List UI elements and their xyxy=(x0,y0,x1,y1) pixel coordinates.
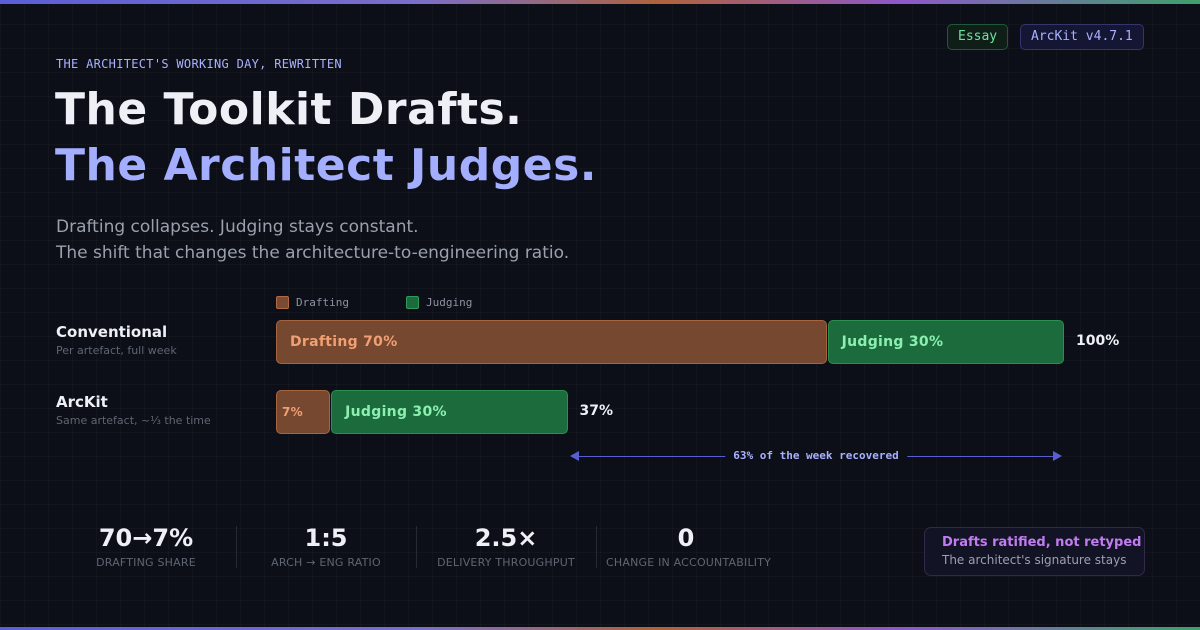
bar-arckit-judging: Judging 30% xyxy=(331,390,568,434)
bar-conventional-judging: Judging 30% xyxy=(827,320,1064,364)
bar-label: Drafting 70% xyxy=(290,334,398,350)
recovered-annotation: 63% of the week recovered xyxy=(570,446,1062,466)
legend-judging: Judging xyxy=(406,296,472,309)
legend-drafting: Drafting xyxy=(276,296,349,309)
bar-label: 7% xyxy=(282,405,303,419)
callout-subtitle: The architect's signature stays xyxy=(942,553,1127,567)
headline-line-2: The Architect Judges. xyxy=(55,140,597,191)
stat-throughput: 2.5× DELIVERY THROUGHPUT xyxy=(436,524,576,569)
subtitle-line-2: The shift that changes the architecture-… xyxy=(56,243,570,263)
stat-divider xyxy=(416,526,417,568)
eyebrow-text: THE ARCHITECT'S WORKING DAY, REWRITTEN xyxy=(56,57,342,71)
stat-label: DRAFTING SHARE xyxy=(96,556,196,569)
arrow-left-icon xyxy=(570,451,579,461)
top-gradient-bar xyxy=(0,0,1200,4)
essay-badge: Essay xyxy=(947,24,1009,50)
bar-arckit-drafting: 7% xyxy=(276,390,331,434)
subtitle-line-1: Drafting collapses. Judging stays consta… xyxy=(56,217,419,237)
stat-value: 70→7% xyxy=(98,524,194,552)
stat-divider xyxy=(596,526,597,568)
bar-label: Judging 30% xyxy=(841,334,944,350)
bar-label: Judging 30% xyxy=(345,404,447,420)
row-desc: Per artefact, full week xyxy=(56,344,177,357)
stat-drafting-share: 70→7% DRAFTING SHARE xyxy=(96,524,196,569)
stat-value: 0 xyxy=(677,524,695,552)
row-desc: Same artefact, ~⅓ the time xyxy=(56,414,211,427)
stat-label: CHANGE IN ACCOUNTABILITY xyxy=(606,556,772,569)
legend-drafting-swatch xyxy=(276,296,289,309)
headline-line-1: The Toolkit Drafts. xyxy=(55,84,523,135)
row-name: Conventional xyxy=(56,323,168,341)
bar-conventional-drafting: Drafting 70% xyxy=(276,320,827,364)
version-badge: ArcKit v4.7.1 xyxy=(1020,24,1144,50)
legend-judging-label: Judging xyxy=(426,296,473,309)
row-label-conventional: Conventional Per artefact, full week xyxy=(56,323,177,357)
legend-drafting-label: Drafting xyxy=(296,296,349,309)
stat-accountability: 0 CHANGE IN ACCOUNTABILITY xyxy=(606,524,772,569)
stat-label: ARCH → ENG RATIO xyxy=(271,556,381,569)
stat-value: 1:5 xyxy=(304,524,348,552)
stat-ratio: 1:5 ARCH → ENG RATIO xyxy=(266,524,386,569)
callout-title: Drafts ratified, not retyped xyxy=(942,535,1142,550)
legend-judging-swatch xyxy=(406,296,419,309)
recovered-label: 63% of the week recovered xyxy=(725,449,907,462)
bar-conventional-total: 100% xyxy=(1076,333,1120,349)
bar-arckit-total: 37% xyxy=(579,403,614,419)
row-name: ArcKit xyxy=(56,393,108,411)
stat-label: DELIVERY THROUGHPUT xyxy=(437,556,575,569)
callout-card: Drafts ratified, not retyped The archite… xyxy=(924,527,1145,576)
row-label-arckit: ArcKit Same artefact, ~⅓ the time xyxy=(56,393,211,427)
stat-divider xyxy=(236,526,237,568)
arrow-right-icon xyxy=(1053,451,1062,461)
stat-value: 2.5× xyxy=(474,524,538,552)
